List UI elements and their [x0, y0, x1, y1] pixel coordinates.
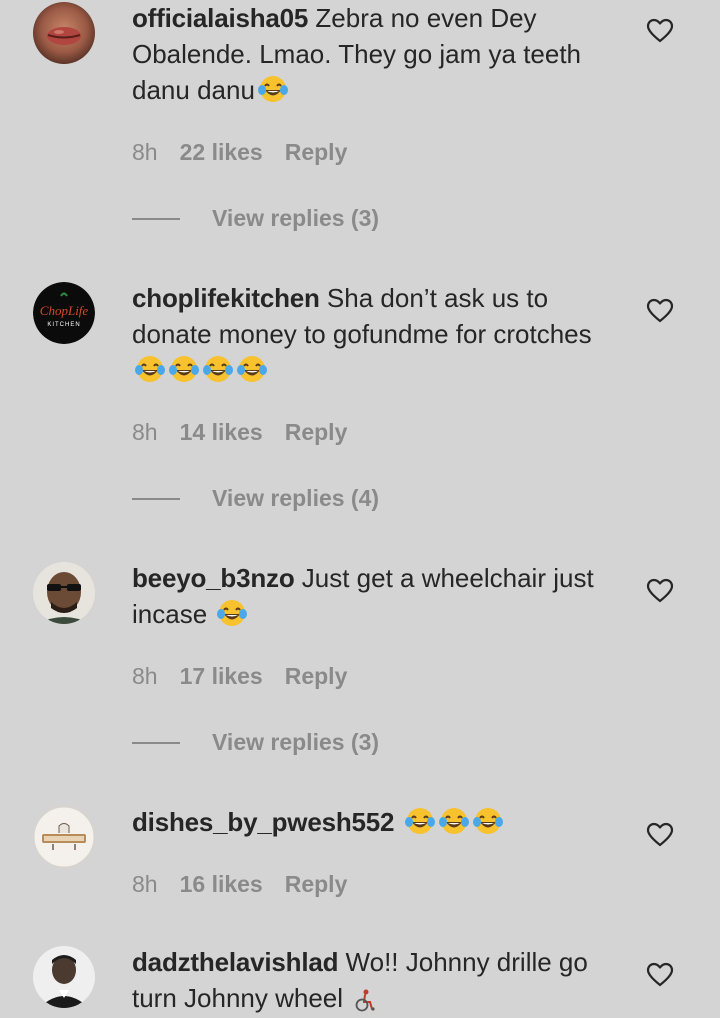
heart-outline-icon — [646, 298, 674, 323]
wheelchair-emoji — [352, 987, 378, 1013]
comment-likes[interactable]: 16 likes — [180, 869, 263, 899]
comment-text — [394, 807, 401, 837]
like-button[interactable] — [646, 578, 674, 604]
man-portrait-icon — [33, 946, 95, 1008]
comment-meta: 8h 17 likes Reply — [132, 661, 347, 691]
comment-body: choplifekitchen Sha don’t ask us to dona… — [132, 280, 622, 388]
laughing-tears-emoji — [236, 353, 268, 385]
reply-button[interactable]: Reply — [285, 869, 348, 899]
comment-username[interactable]: dishes_by_pwesh552 — [132, 807, 395, 837]
laughing-tears-emoji — [404, 805, 436, 837]
comment-time: 8h — [132, 419, 158, 445]
comment-body: dadzthelavishlad Wo!! Johnny drille go t… — [132, 944, 622, 1016]
like-button[interactable] — [646, 18, 674, 44]
avatar[interactable] — [33, 2, 95, 64]
view-replies-label: View replies (3) — [212, 205, 380, 231]
laughing-tears-emoji — [134, 353, 166, 385]
avatar[interactable]: ChopLife KITCHEN — [33, 282, 95, 344]
laughing-tears-emoji — [168, 353, 200, 385]
comment-username[interactable]: choplifekitchen — [132, 283, 320, 313]
reply-button[interactable]: Reply — [285, 137, 348, 167]
heart-outline-icon — [646, 822, 674, 847]
like-button[interactable] — [646, 962, 674, 988]
avatar[interactable] — [33, 806, 95, 868]
comment-username[interactable]: beeyo_b3nzo — [132, 563, 295, 593]
comment-username[interactable]: dadzthelavishlad — [132, 947, 339, 977]
comment-body: officialaisha05 Zebra no even Dey Obalen… — [132, 0, 622, 108]
comment-time: 8h — [132, 871, 158, 897]
view-replies-label: View replies (3) — [212, 729, 380, 755]
view-replies-label: View replies (4) — [212, 485, 380, 511]
avatar[interactable] — [33, 946, 95, 1008]
lips-portrait-icon — [33, 2, 95, 64]
like-button[interactable] — [646, 822, 674, 848]
laughing-tears-emoji — [216, 597, 248, 629]
comment-likes[interactable]: 17 likes — [180, 661, 263, 691]
heart-outline-icon — [646, 578, 674, 603]
laughing-tears-emoji — [472, 805, 504, 837]
replies-divider — [132, 218, 180, 220]
laughing-tears-emoji — [257, 73, 289, 105]
reply-button[interactable]: Reply — [285, 661, 348, 691]
comment-time: 8h — [132, 663, 158, 689]
comment-time: 8h — [132, 139, 158, 165]
comment-meta: 8h 14 likes Reply — [132, 417, 347, 447]
replies-divider — [132, 742, 180, 744]
reply-button[interactable]: Reply — [285, 417, 348, 447]
comment-username[interactable]: officialaisha05 — [132, 3, 308, 33]
like-button[interactable] — [646, 298, 674, 324]
comment-meta: 8h 16 likes Reply — [132, 869, 347, 899]
choplife-kitchen-logo-icon: ChopLife KITCHEN — [33, 282, 95, 344]
svg-text:KITCHEN: KITCHEN — [47, 322, 80, 328]
sunglasses-man-icon — [33, 562, 95, 624]
heart-outline-icon — [646, 962, 674, 987]
comment-body: dishes_by_pwesh552 — [132, 804, 622, 840]
comment-meta: 8h 22 likes Reply — [132, 137, 347, 167]
heart-outline-icon — [646, 18, 674, 43]
comment-likes[interactable]: 14 likes — [180, 417, 263, 447]
comment-body: beeyo_b3nzo Just get a wheelchair just i… — [132, 560, 622, 632]
dishes-logo-icon — [33, 806, 95, 868]
avatar[interactable] — [33, 562, 95, 624]
laughing-tears-emoji — [438, 805, 470, 837]
laughing-tears-emoji — [202, 353, 234, 385]
comment-likes[interactable]: 22 likes — [180, 137, 263, 167]
replies-divider — [132, 498, 180, 500]
svg-text:ChopLife: ChopLife — [40, 303, 89, 318]
